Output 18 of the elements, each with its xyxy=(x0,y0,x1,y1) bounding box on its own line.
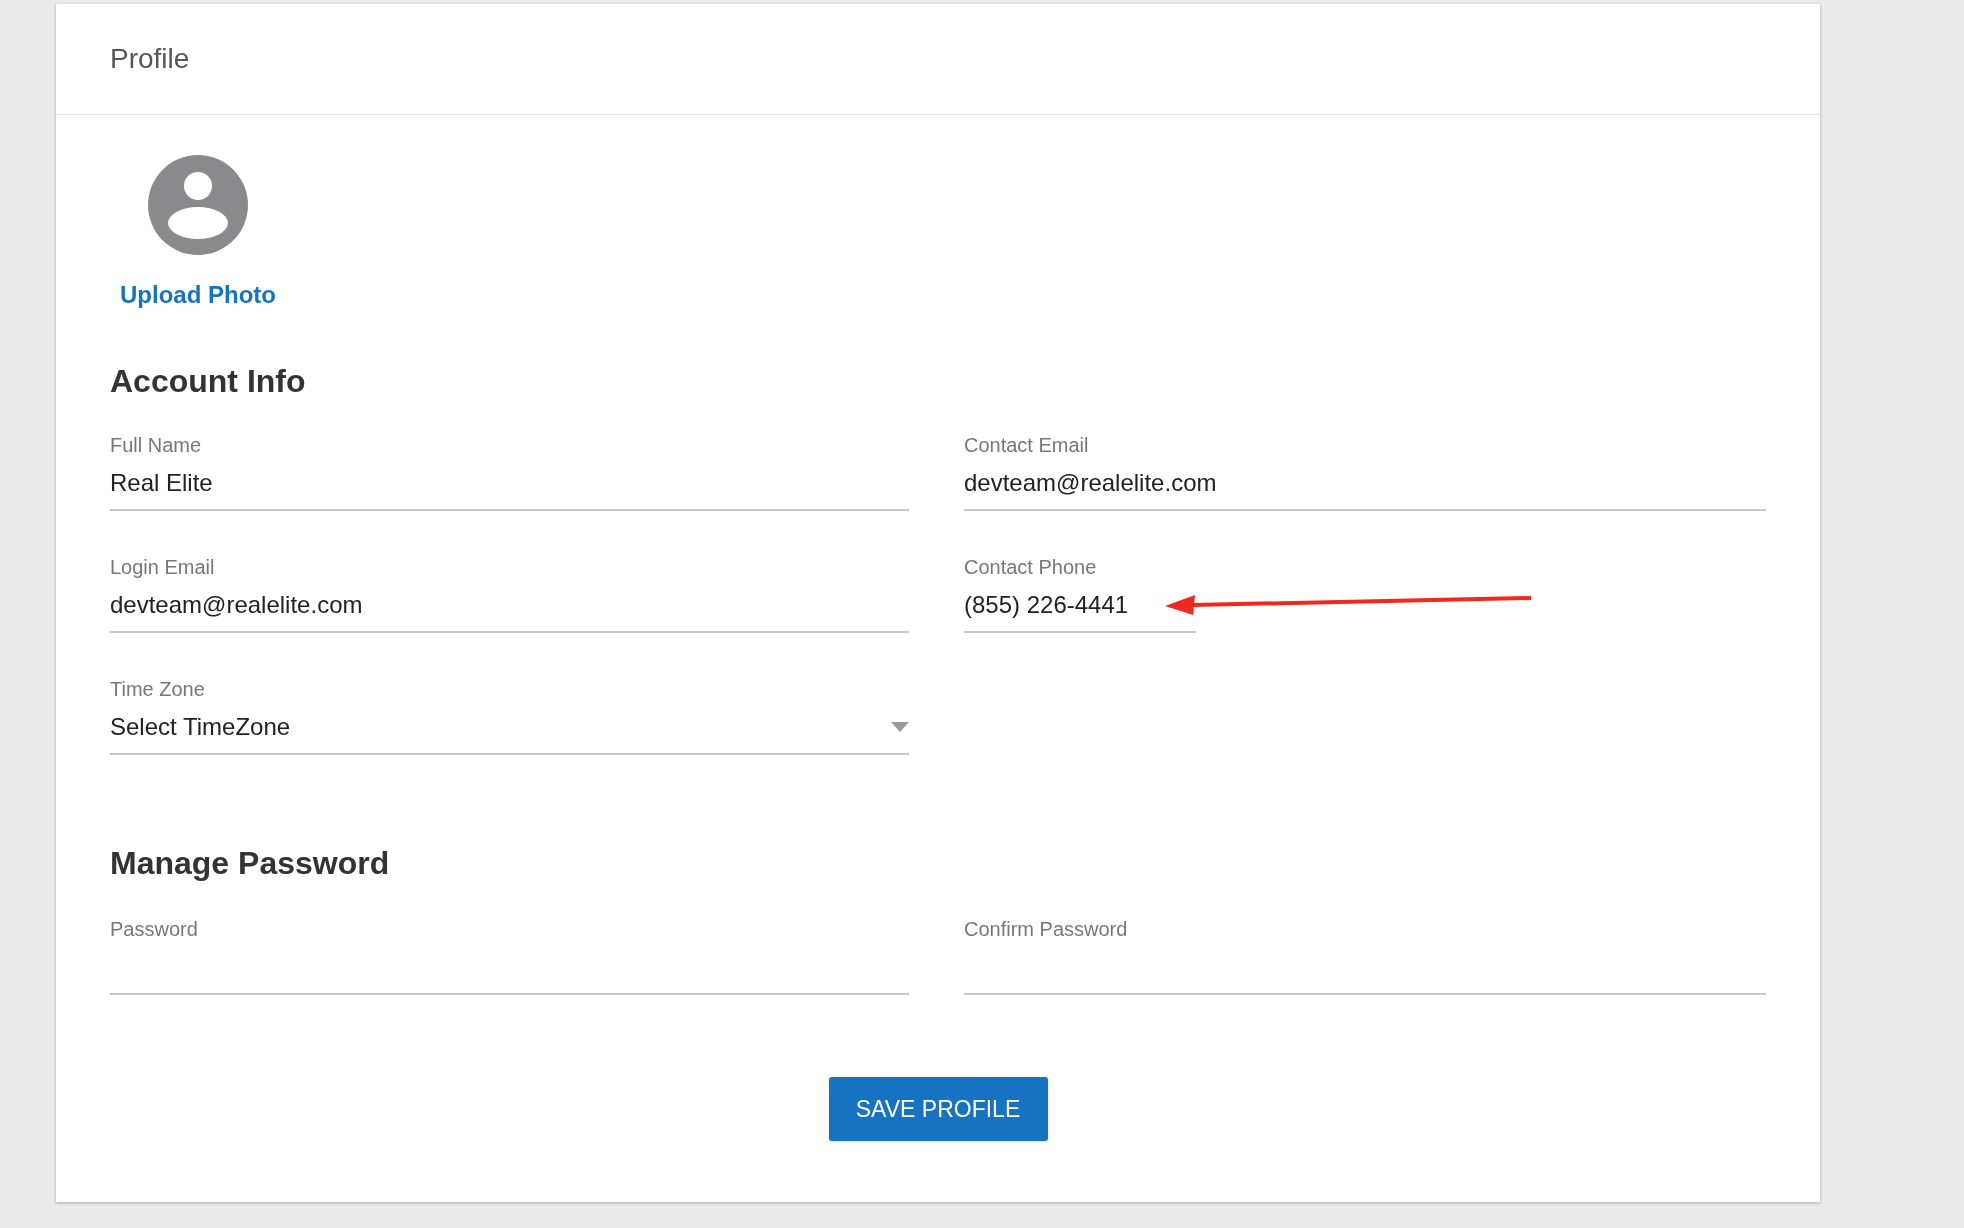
field-label: Login Email xyxy=(110,555,216,579)
timezone-dropdown[interactable]: Select TimeZone xyxy=(110,701,909,755)
field-label: Time Zone xyxy=(110,677,206,701)
field-label: Contact Phone xyxy=(964,555,1098,579)
input-field[interactable]: devteam@realelite.com xyxy=(964,457,1766,511)
avatar-icon xyxy=(148,155,248,255)
field-label: Contact Email xyxy=(964,433,1090,457)
section-heading: Manage Password xyxy=(110,844,391,883)
field-label: Confirm Password xyxy=(964,917,1129,941)
input-field[interactable]: devteam@realelite.com xyxy=(110,579,909,633)
input-field[interactable]: Real Elite xyxy=(110,457,909,511)
section-heading: Account Info xyxy=(110,362,307,401)
field-label: Full Name xyxy=(110,433,203,457)
field-label: Password xyxy=(110,917,199,941)
caret-icon xyxy=(891,722,909,732)
save-profile-button[interactable]: SAVE PROFILE xyxy=(828,1077,1048,1141)
card-title: Profile xyxy=(110,42,190,76)
upload-photo-link[interactable]: Upload Photo xyxy=(120,277,276,313)
